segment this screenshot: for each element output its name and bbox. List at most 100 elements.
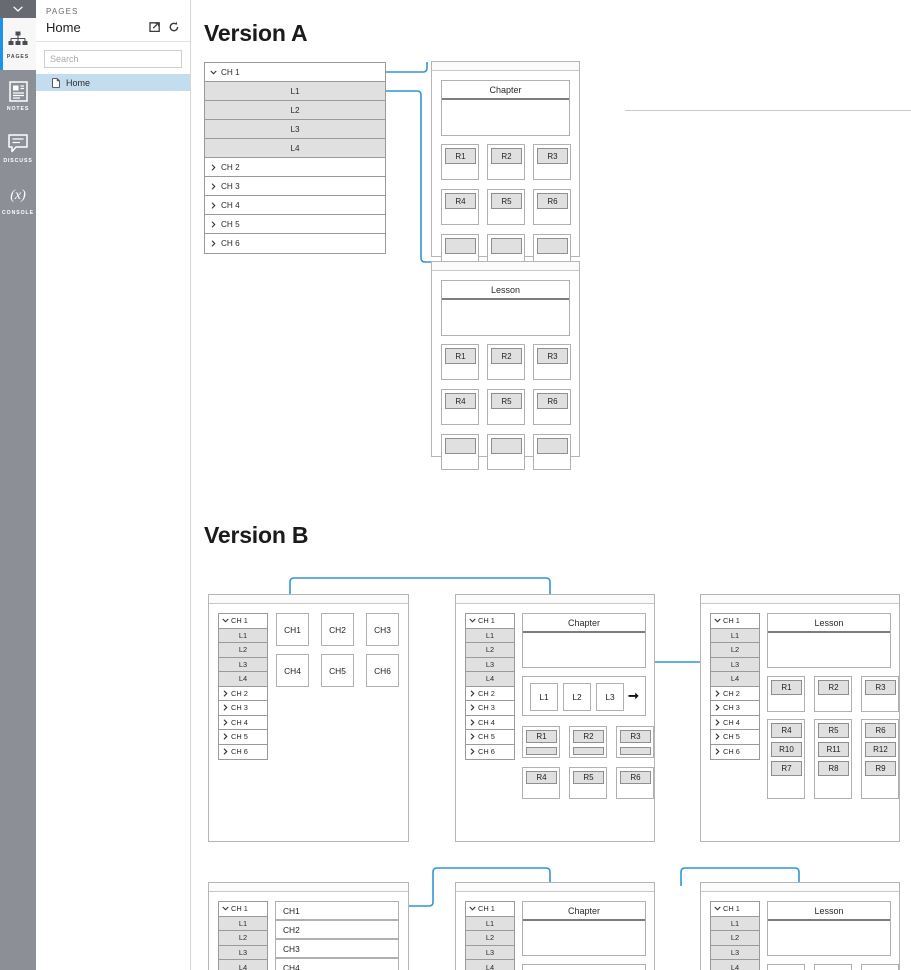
arrow-right-icon[interactable]: ➞ xyxy=(628,689,639,702)
resource-chip[interactable]: R3 xyxy=(865,680,896,695)
chapter-list-item-ch2[interactable]: CH2 xyxy=(275,920,399,939)
tree-row-l4[interactable]: L4 xyxy=(466,672,514,687)
resource-slot[interactable]: R4 R10 R7 xyxy=(767,719,805,799)
tree-row-l2[interactable]: L2 xyxy=(219,643,267,658)
tree-row-l3[interactable]: L3 xyxy=(219,657,267,672)
tree-row-l3[interactable]: L3 xyxy=(466,657,514,672)
resource-chip[interactable]: R3 xyxy=(537,348,568,364)
tree-row-l1[interactable]: L1 xyxy=(466,628,514,643)
resource-chip[interactable] xyxy=(537,238,568,254)
chapter-button-ch3[interactable]: CH3 xyxy=(366,613,399,646)
resource-chip[interactable]: R6 xyxy=(620,771,651,784)
tree-row-ch5[interactable]: CH 5 xyxy=(219,730,267,745)
chapter-button-ch1[interactable]: CH1 xyxy=(276,613,309,646)
resource-chip[interactable]: R8 xyxy=(818,761,849,776)
resource-slot[interactable]: R5 R11 R8 xyxy=(814,719,852,799)
resource-slot[interactable]: R2 xyxy=(814,676,852,712)
reload-icon[interactable] xyxy=(168,21,180,33)
resource-slot-clipped[interactable] xyxy=(533,434,571,470)
chapter-button-ch2[interactable]: CH2 xyxy=(321,613,354,646)
resource-slot-clipped[interactable] xyxy=(441,434,479,470)
lesson-button-l2[interactable]: L2 xyxy=(563,683,591,711)
tree-row-ch1[interactable]: CH 1 xyxy=(711,902,759,917)
resource-slot[interactable]: R5 xyxy=(487,189,525,225)
resource-chip[interactable]: R2 xyxy=(818,680,849,695)
rail-collapse-button[interactable] xyxy=(0,0,36,18)
tree-row-ch3[interactable]: CH 3 xyxy=(711,701,759,716)
lesson-button-l3[interactable]: L3 xyxy=(596,683,624,711)
resource-chip[interactable]: R2 xyxy=(491,148,522,164)
tree-row-ch3[interactable]: CH 3 xyxy=(466,701,514,716)
tree-row-ch3[interactable]: CH 3 xyxy=(219,701,267,716)
chapter-button-ch5[interactable]: CH5 xyxy=(321,654,354,687)
tree-row-l3[interactable]: L3 xyxy=(711,657,759,672)
tree-row-ch6[interactable]: CH 6 xyxy=(466,744,514,759)
resource-chip[interactable] xyxy=(445,238,476,254)
resource-slot[interactable]: R4 xyxy=(522,767,560,799)
tree-row-l1[interactable]: L1 xyxy=(466,916,514,931)
rail-item-console[interactable]: (x) CONSOLE xyxy=(0,174,36,226)
tree-row-ch4[interactable]: CH 4 xyxy=(711,715,759,730)
resource-chip[interactable]: R4 xyxy=(771,723,802,738)
tree-row-l4[interactable]: L4 xyxy=(466,960,514,970)
version-a-lesson-window[interactable]: Lesson R1 R2 R3 R4 R5 R6 xyxy=(431,261,580,470)
tree-row-l3[interactable]: L3 xyxy=(466,945,514,960)
version-b-row2-lesson-window[interactable]: CH 1 L1 L2 L3 L4 Lesson xyxy=(700,882,900,970)
tree-row-l1[interactable]: L1 xyxy=(205,82,385,101)
chapter-list-item-ch1[interactable]: CH1 xyxy=(275,901,399,920)
tree-row-l4[interactable]: L4 xyxy=(711,960,759,970)
resource-chip[interactable]: R3 xyxy=(537,148,568,164)
resource-slot[interactable]: R3 xyxy=(616,726,654,758)
resource-chip[interactable]: R3 xyxy=(620,730,651,743)
tree-row-ch1[interactable]: CH 1 xyxy=(219,614,267,629)
tree-row-l1[interactable]: L1 xyxy=(219,628,267,643)
tree-row-l1[interactable]: L1 xyxy=(711,628,759,643)
resource-slot[interactable]: R1 xyxy=(522,726,560,758)
resource-subchip[interactable] xyxy=(620,747,651,755)
tree-row-l2[interactable]: L2 xyxy=(219,931,267,946)
resource-slot[interactable]: R2 xyxy=(487,144,525,180)
tree-row-ch1[interactable]: CH 1 xyxy=(466,902,514,917)
version-b-chapters-grid-window[interactable]: CH 1 L1 L2 L3 L4 CH 2 CH 3 CH 4 CH 5 CH … xyxy=(208,594,409,842)
tree-row-ch4[interactable]: CH 4 xyxy=(205,196,385,215)
tree-row-ch1[interactable]: CH 1 xyxy=(711,614,759,629)
version-b-chapter-window[interactable]: CH 1 L1 L2 L3 L4 CH 2 CH 3 CH 4 CH 5 CH … xyxy=(455,594,655,842)
tree-row-ch6[interactable]: CH 6 xyxy=(219,744,267,759)
chapter-button-ch6[interactable]: CH6 xyxy=(366,654,399,687)
tree-row-ch1[interactable]: CH 1 xyxy=(466,614,514,629)
resource-chip[interactable]: R1 xyxy=(771,680,802,695)
resource-chip[interactable]: R6 xyxy=(865,723,896,738)
resource-slot[interactable] xyxy=(814,964,852,970)
version-a-tree-window[interactable]: CH 1 L1 L2 L3 L4 CH 2 CH 3 CH 4 CH 5 CH … xyxy=(204,62,386,254)
tree-row-l1[interactable]: L1 xyxy=(219,916,267,931)
resource-slot[interactable]: R1 xyxy=(441,344,479,380)
tree-row-l4[interactable]: L4 xyxy=(711,672,759,687)
rail-item-notes[interactable]: NOTES xyxy=(0,70,36,122)
tree-row-l3[interactable]: L3 xyxy=(205,120,385,139)
tree-row-ch4[interactable]: CH 4 xyxy=(219,715,267,730)
resource-slot[interactable]: R2 xyxy=(569,726,607,758)
export-icon[interactable] xyxy=(149,21,161,33)
resource-chip[interactable]: R9 xyxy=(865,761,896,776)
lesson-button-l1[interactable]: L1 xyxy=(530,683,558,711)
resource-chip[interactable]: R11 xyxy=(818,742,849,757)
tree-row-l4[interactable]: L4 xyxy=(205,139,385,158)
resource-slot[interactable]: R6 xyxy=(533,189,571,225)
resource-chip[interactable]: R10 xyxy=(771,742,802,757)
tree-row-l1[interactable]: L1 xyxy=(711,916,759,931)
tree-row-ch3[interactable]: CH 3 xyxy=(205,177,385,196)
tree-row-ch4[interactable]: CH 4 xyxy=(466,715,514,730)
resource-slot[interactable]: R5 xyxy=(569,767,607,799)
resource-chip[interactable]: R5 xyxy=(573,771,604,784)
resource-chip[interactable] xyxy=(491,238,522,254)
resource-chip[interactable]: R5 xyxy=(491,193,522,209)
tree-row-ch2[interactable]: CH 2 xyxy=(711,686,759,701)
resource-subchip[interactable] xyxy=(573,747,604,755)
tree-row-ch1[interactable]: CH 1 xyxy=(219,902,267,917)
rail-item-discuss[interactable]: DISCUSS xyxy=(0,122,36,174)
tree-row-ch5[interactable]: CH 5 xyxy=(205,215,385,234)
resource-chip[interactable]: R1 xyxy=(445,348,476,364)
resource-chip[interactable]: R6 xyxy=(537,193,568,209)
chapter-button-ch4[interactable]: CH4 xyxy=(276,654,309,687)
version-a-chapter-window[interactable]: Chapter R1 R2 R3 R4 R5 R6 xyxy=(431,61,580,270)
